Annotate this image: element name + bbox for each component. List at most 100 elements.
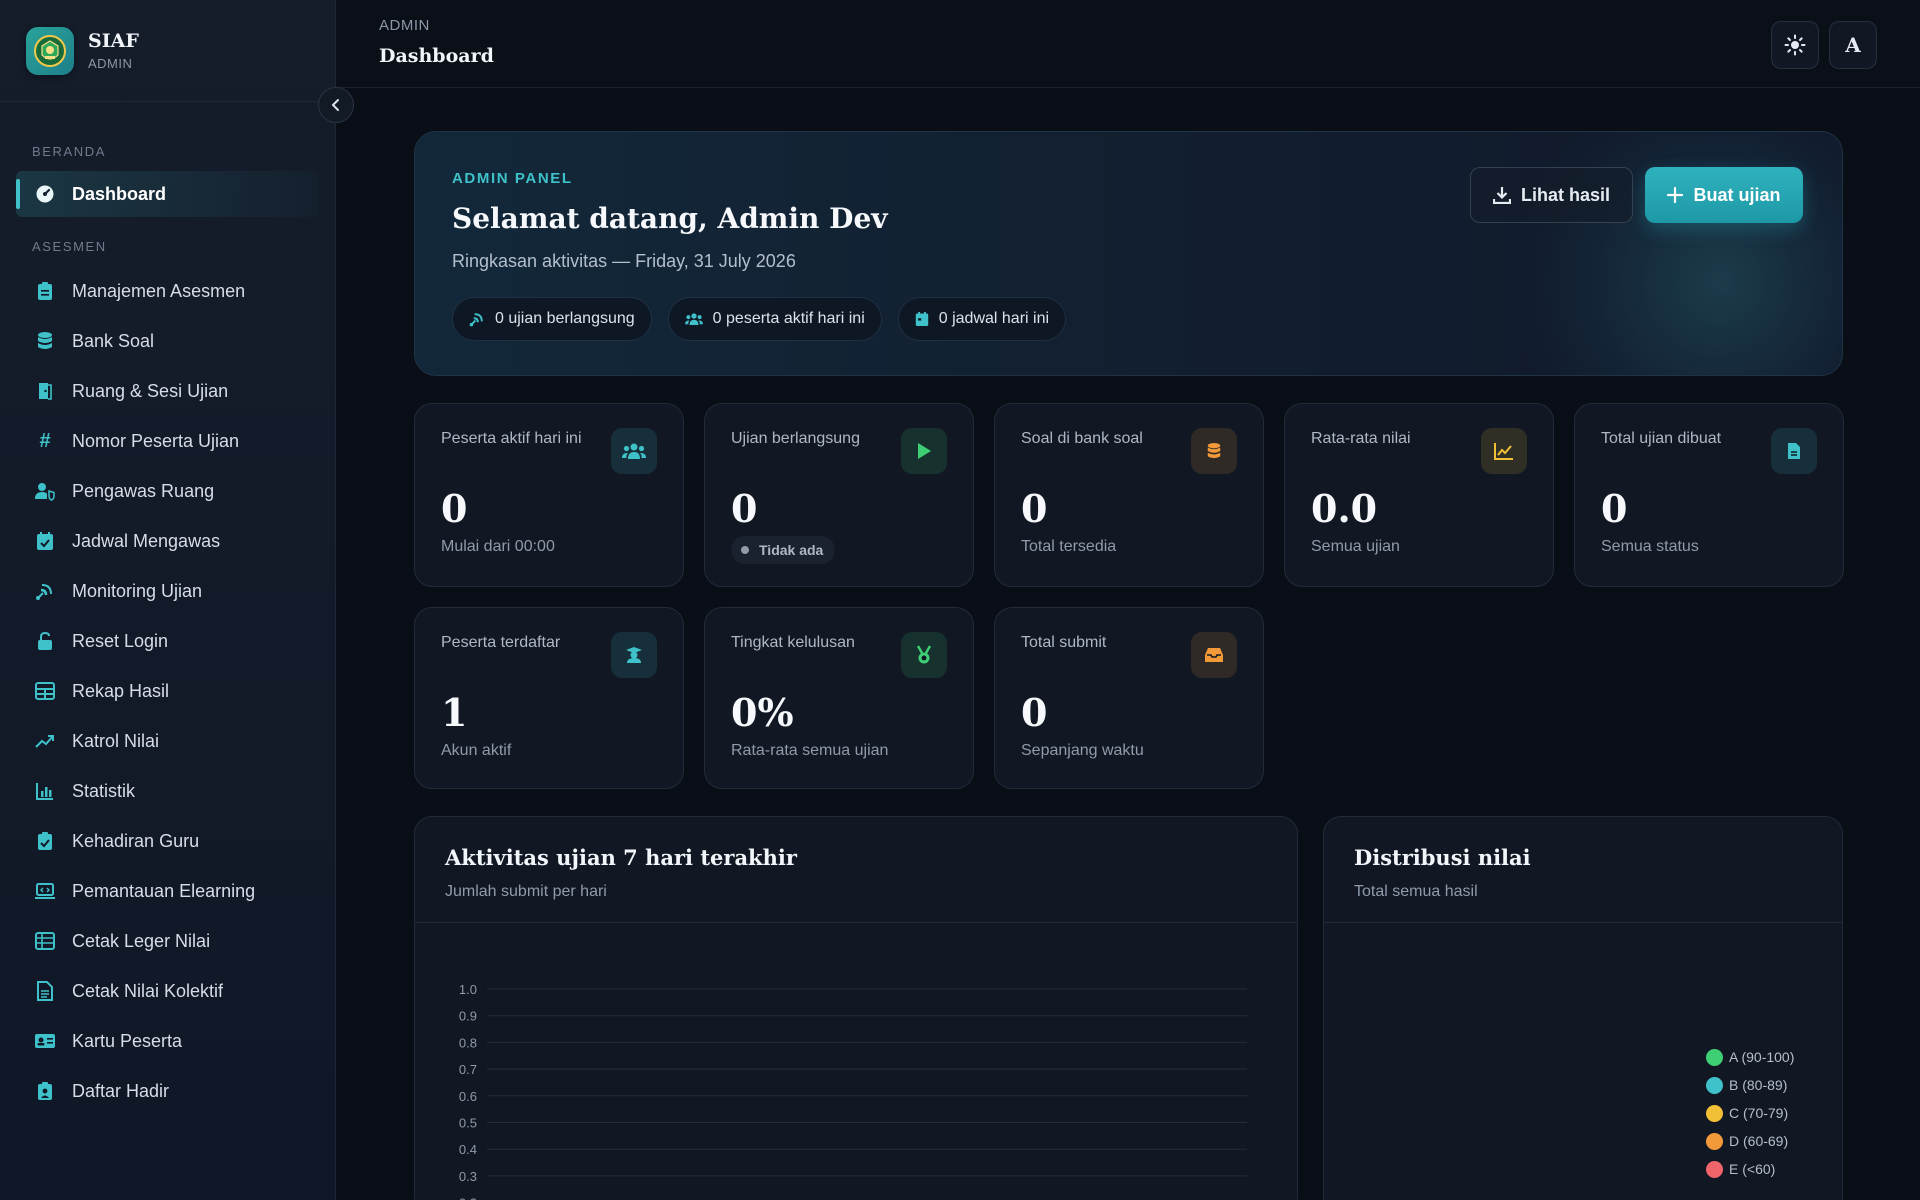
sidebar-item-label: Kartu Peserta — [72, 1030, 183, 1051]
database-icon — [34, 330, 56, 352]
legend-item[interactable]: E (<60) — [1706, 1155, 1794, 1183]
y-tick-label: 0.7 — [459, 1062, 477, 1077]
chevron-left-icon — [331, 99, 339, 111]
stat-card-kelulusan: Tingkat kelulusan 0% Rata-rata semua uji… — [704, 607, 974, 789]
hero-kicker: ADMIN PANEL — [452, 170, 573, 187]
activity-chart-panel: Aktivitas ujian 7 hari terakhir Jumlah s… — [414, 816, 1298, 1200]
sidebar-item-pengawas-ruang[interactable]: Pengawas Ruang — [16, 468, 319, 514]
stat-label: Ujian berlangsung — [731, 430, 860, 447]
stat-value: 0 — [731, 486, 758, 531]
sidebar-item-daftar-hadir[interactable]: Daftar Hadir — [16, 1068, 319, 1114]
chip-ujian-berlangsung: 0 ujian berlangsung — [452, 297, 652, 341]
legend-item[interactable]: D (60-69) — [1706, 1127, 1794, 1155]
theme-toggle-button[interactable] — [1771, 21, 1819, 69]
stat-note: Total tersedia — [1021, 538, 1117, 555]
breadcrumb: ADMIN — [379, 17, 430, 34]
buat-ujian-label: Buat ujian — [1693, 184, 1781, 205]
legend-dot — [1706, 1104, 1723, 1122]
stat-label: Tingkat kelulusan — [731, 634, 855, 651]
sidebar-item-manajemen-asesmen[interactable]: Manajemen Asesmen — [16, 268, 319, 314]
stat-card-rata-rata: Rata-rata nilai 0.0 Semua ujian — [1284, 403, 1554, 587]
legend-dot — [1706, 1132, 1723, 1150]
sidebar-item-katrol-nilai[interactable]: Katrol Nilai — [16, 718, 319, 764]
stat-value: 1 — [441, 690, 468, 735]
y-tick-label: 0.3 — [459, 1169, 477, 1184]
stat-card-total-submit: Total submit 0 Sepanjang waktu — [994, 607, 1264, 789]
stat-label: Peserta aktif hari ini — [441, 430, 582, 447]
sidebar-item-label: Katrol Nilai — [72, 730, 160, 751]
inbox-icon — [1191, 632, 1237, 678]
sidebar-item-label: Dashboard — [72, 183, 167, 204]
sidebar-item-label: Jadwal Mengawas — [72, 530, 221, 551]
activity-title: Aktivitas ujian 7 hari terakhir — [445, 845, 797, 870]
table-icon — [34, 680, 56, 702]
lock-open-icon — [34, 630, 56, 652]
stat-value: 0 — [441, 486, 468, 531]
avatar[interactable]: A — [1829, 21, 1877, 69]
sidebar-item-statistik[interactable]: Statistik — [16, 768, 319, 814]
door-icon — [34, 380, 56, 402]
activity-chart: 1.00.90.80.70.60.50.40.30.20.1 — [459, 982, 1247, 1200]
y-tick-label: 0.2 — [459, 1196, 477, 1200]
y-tick-label: 0.4 — [459, 1142, 477, 1157]
stat-value: 0.0 — [1311, 486, 1378, 531]
id-card-icon — [34, 1030, 56, 1052]
y-tick-label: 1.0 — [459, 982, 477, 997]
graduate-icon — [611, 632, 657, 678]
sidebar-item-label: Pemantauan Elearning — [72, 880, 256, 901]
sidebar-item-reset-login[interactable]: Reset Login — [16, 618, 319, 664]
medal-icon — [901, 632, 947, 678]
sidebar-item-kartu-peserta[interactable]: Kartu Peserta — [16, 1018, 319, 1064]
stat-label: Soal di bank soal — [1021, 430, 1143, 447]
database-icon — [1191, 428, 1237, 474]
sidebar-item-rekap-hasil[interactable]: Rekap Hasil — [16, 668, 319, 714]
sidebar-item-kehadiran-guru[interactable]: Kehadiran Guru — [16, 818, 319, 864]
sidebar-item-label: Ruang & Sesi Ujian — [72, 380, 229, 401]
stat-card-total-ujian: Total ujian dibuat 0 Semua status — [1574, 403, 1844, 587]
stat-note: Semua status — [1601, 538, 1699, 555]
sidebar-item-label: Nomor Peserta Ujian — [72, 430, 240, 451]
legend-label: E (<60) — [1729, 1161, 1776, 1177]
stat-label: Total ujian dibuat — [1601, 430, 1722, 447]
sidebar-item-label: Cetak Leger Nilai — [72, 930, 211, 951]
sun-icon — [1784, 34, 1806, 56]
stat-card-peserta-terdaftar: Peserta terdaftar 1 Akun aktif — [414, 607, 684, 789]
stat-value: 0 — [1021, 486, 1048, 531]
hero-subtitle: Ringkasan aktivitas — Friday, 31 July 20… — [452, 251, 796, 271]
buat-ujian-button[interactable]: Buat ujian — [1645, 167, 1803, 223]
sidebar-item-ruang-sesi[interactable]: Ruang & Sesi Ujian — [16, 368, 319, 414]
play-icon — [901, 428, 947, 474]
file-lines-icon — [34, 980, 56, 1002]
chip-peserta-aktif: 0 peserta aktif hari ini — [667, 297, 882, 341]
lihat-hasil-button[interactable]: Lihat hasil — [1470, 167, 1633, 223]
legend-label: D (60-69) — [1729, 1133, 1789, 1149]
logo-icon — [26, 26, 74, 75]
laptop-code-icon — [34, 880, 56, 902]
sidebar-item-label: Monitoring Ujian — [72, 580, 203, 601]
sidebar-item-pemantauan-elearning[interactable]: Pemantauan Elearning — [16, 868, 319, 914]
clipboard-user-icon — [34, 1080, 56, 1102]
y-tick-label: 0.5 — [459, 1116, 477, 1131]
sidebar-item-bank-soal[interactable]: Bank Soal — [16, 318, 319, 364]
sidebar-item-nomor-peserta[interactable]: # Nomor Peserta Ujian — [16, 418, 319, 464]
sidebar-item-monitoring-ujian[interactable]: Monitoring Ujian — [16, 568, 319, 614]
sidebar-item-cetak-kolektif[interactable]: Cetak Nilai Kolektif — [16, 968, 319, 1014]
satellite-icon — [34, 580, 56, 602]
distribution-panel: Distribusi nilai Total semua hasil A (90… — [1323, 816, 1843, 1200]
status-badge: Tidak ada — [731, 536, 836, 564]
sidebar-item-dashboard[interactable]: Dashboard — [16, 171, 319, 217]
distribution-title: Distribusi nilai — [1354, 845, 1531, 870]
sidebar-item-cetak-leger[interactable]: Cetak Leger Nilai — [16, 918, 319, 964]
collapse-sidebar-button[interactable] — [318, 87, 354, 123]
legend-item[interactable]: B (80-89) — [1706, 1071, 1794, 1099]
sidebar-item-label: Rekap Hasil — [72, 680, 170, 701]
welcome-hero: ADMIN PANEL Selamat datang, Admin Dev Ri… — [414, 131, 1843, 376]
legend-item[interactable]: A (90-100) — [1706, 1043, 1794, 1071]
clipboard-icon — [34, 280, 56, 302]
stat-value: 0 — [1601, 486, 1628, 531]
chip-text: 0 peserta aktif hari ini — [712, 310, 865, 327]
status-dot — [741, 546, 749, 554]
sidebar-item-jadwal-mengawas[interactable]: Jadwal Mengawas — [16, 518, 319, 564]
legend-item[interactable]: C (70-79) — [1706, 1099, 1794, 1127]
legend-dot — [1706, 1076, 1723, 1094]
